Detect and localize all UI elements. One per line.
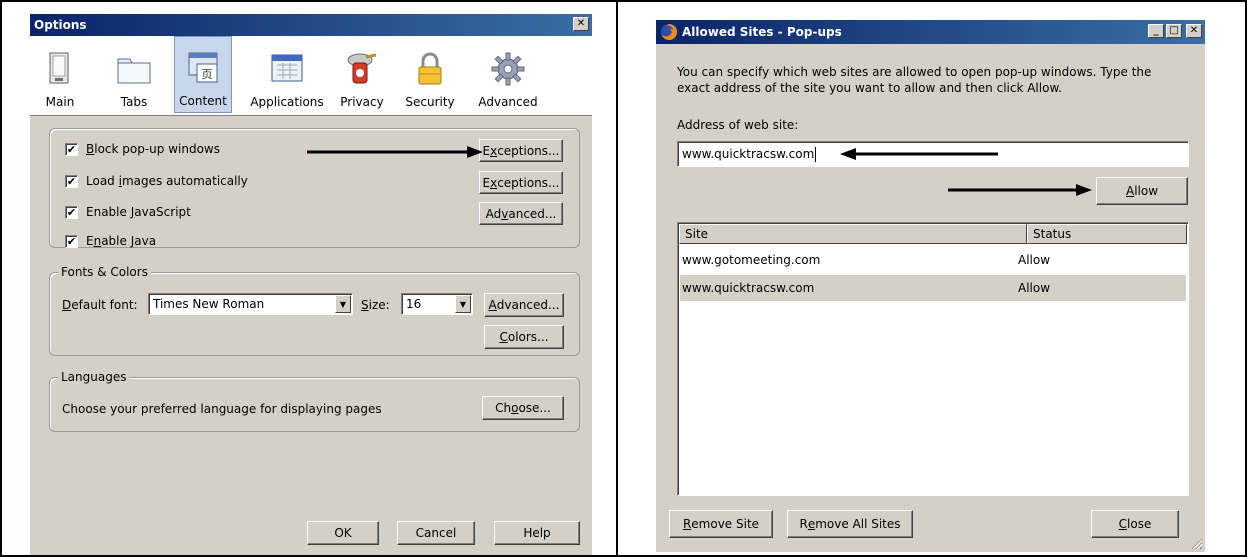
close-button[interactable]: Close — [1091, 510, 1179, 538]
annotation-arrow-allow — [948, 184, 1092, 196]
sites-list: Site Status www.gotomeeting.com Allow ww… — [677, 222, 1189, 496]
block-popups-label: Block pop-up windows — [86, 142, 220, 156]
chevron-down-icon[interactable]: ▼ — [455, 295, 471, 313]
enable-javascript-label: Enable JavaScript — [86, 205, 191, 219]
default-font-select[interactable]: Times New Roman ▼ — [148, 293, 353, 315]
load-images-checkbox[interactable]: ✔ Load images automatically — [65, 174, 248, 188]
allowed-sites-title: Allowed Sites - Pop-ups — [682, 25, 842, 39]
applications-icon — [271, 54, 303, 82]
images-exceptions-button[interactable]: Ex ceptions... — [479, 171, 563, 194]
options-close-button[interactable]: ✕ — [573, 17, 589, 31]
list-item[interactable]: www.quicktracsw.com Allow — [680, 275, 1186, 301]
options-titlebar: Options ✕ — [30, 14, 592, 36]
privacy-icon — [347, 53, 377, 84]
font-size-select[interactable]: 16 ▼ — [401, 293, 473, 315]
fonts-colors-legend: Fonts & Colors — [58, 265, 151, 279]
close-window-button[interactable]: ✕ — [1186, 24, 1202, 38]
tab-privacy[interactable]: Privacy — [336, 36, 388, 113]
fonts-colors-group: Fonts & Colors Default font: Times New R… — [49, 265, 580, 356]
options-title: Options — [34, 18, 87, 32]
enable-javascript-checkbox[interactable]: ✔ Enable JavaScript — [65, 205, 191, 219]
enable-javascript-check[interactable]: ✔ — [65, 205, 78, 219]
status-column-header[interactable]: Status — [1027, 224, 1187, 244]
remove-site-button[interactable]: Remove Site — [669, 510, 773, 538]
languages-legend: Languages — [58, 370, 130, 384]
tab-main[interactable]: Main — [36, 36, 84, 113]
choose-language-button[interactable]: Ch o ose... — [482, 396, 564, 420]
firefox-icon — [661, 23, 678, 40]
enable-java-checkbox[interactable]: ✔ Enable Java — [65, 234, 156, 248]
remove-all-sites-button[interactable]: Re move All Sites — [787, 510, 913, 538]
enable-java-check[interactable]: ✔ — [65, 234, 78, 248]
languages-description: Choose your preferred language for displ… — [62, 402, 382, 416]
colors-button[interactable]: Colors... — [484, 325, 564, 349]
tab-tabs[interactable]: Tabs — [110, 36, 158, 113]
tab-privacy-label: Privacy — [340, 95, 384, 109]
options-toolbar: Main Tabs 页 Content Applications Privacy… — [30, 36, 592, 115]
tab-applications[interactable]: Applications — [250, 36, 324, 113]
allowed-description: You can specify which web sites are allo… — [677, 65, 1152, 95]
tab-applications-label: Applications — [250, 95, 324, 109]
block-popups-checkbox[interactable]: ✔ Block pop-up windows — [65, 142, 220, 156]
resize-grip-icon[interactable] — [1189, 536, 1203, 550]
enable-java-label: Enable Java — [86, 234, 157, 248]
security-icon — [418, 52, 442, 85]
size-label: Size: — [361, 298, 390, 312]
main-icon — [49, 52, 69, 84]
advanced-icon — [491, 52, 525, 86]
cancel-button[interactable]: Cancel — [397, 521, 475, 545]
address-label: Address of web site: — [677, 118, 799, 132]
list-item[interactable]: www.gotomeeting.com Allow — [680, 247, 1186, 273]
load-images-label: Load images automatically — [86, 174, 248, 188]
annotation-arrow-address — [840, 148, 998, 160]
default-font-label: Default font: — [62, 298, 138, 312]
javascript-advanced-button[interactable]: Ad v anced... — [479, 202, 563, 225]
minimize-button[interactable]: _ — [1148, 24, 1164, 38]
tab-main-label: Main — [45, 95, 75, 109]
help-button[interactable]: Help — [494, 521, 580, 545]
allowed-sites-titlebar: Allowed Sites - Pop-ups _ □ ✕ — [656, 20, 1205, 44]
tab-content[interactable]: 页 Content — [174, 36, 232, 113]
fonts-advanced-button[interactable]: Advanced... — [484, 293, 564, 317]
ok-button[interactable]: OK — [307, 521, 379, 545]
content-icon: 页 — [188, 52, 218, 83]
svg-text:页: 页 — [202, 68, 213, 81]
tabs-icon — [117, 58, 151, 84]
allowed-sites-window: Allowed Sites - Pop-ups _ □ ✕ You can sp… — [656, 20, 1205, 552]
popup-exceptions-button[interactable]: Ex ceptions... — [479, 139, 563, 162]
allow-button[interactable]: Allow — [1096, 177, 1188, 205]
annotation-arrow-exceptions — [307, 146, 483, 158]
tab-content-label: Content — [179, 94, 227, 108]
tab-security-label: Security — [405, 95, 455, 109]
tab-security[interactable]: Security — [400, 36, 460, 113]
tab-tabs-label: Tabs — [120, 95, 148, 109]
block-popups-check[interactable]: ✔ — [65, 142, 78, 156]
options-window: Options ✕ Main Tabs 页 Content Applicatio… — [30, 14, 592, 555]
maximize-button[interactable]: □ — [1166, 24, 1182, 38]
tab-advanced-label: Advanced — [478, 95, 538, 109]
site-column-header[interactable]: Site — [679, 224, 1027, 244]
chevron-down-icon[interactable]: ▼ — [335, 295, 351, 313]
languages-group: Languages Choose your preferred language… — [49, 370, 580, 432]
load-images-check[interactable]: ✔ — [65, 174, 78, 188]
tab-advanced[interactable]: Advanced — [472, 36, 544, 113]
